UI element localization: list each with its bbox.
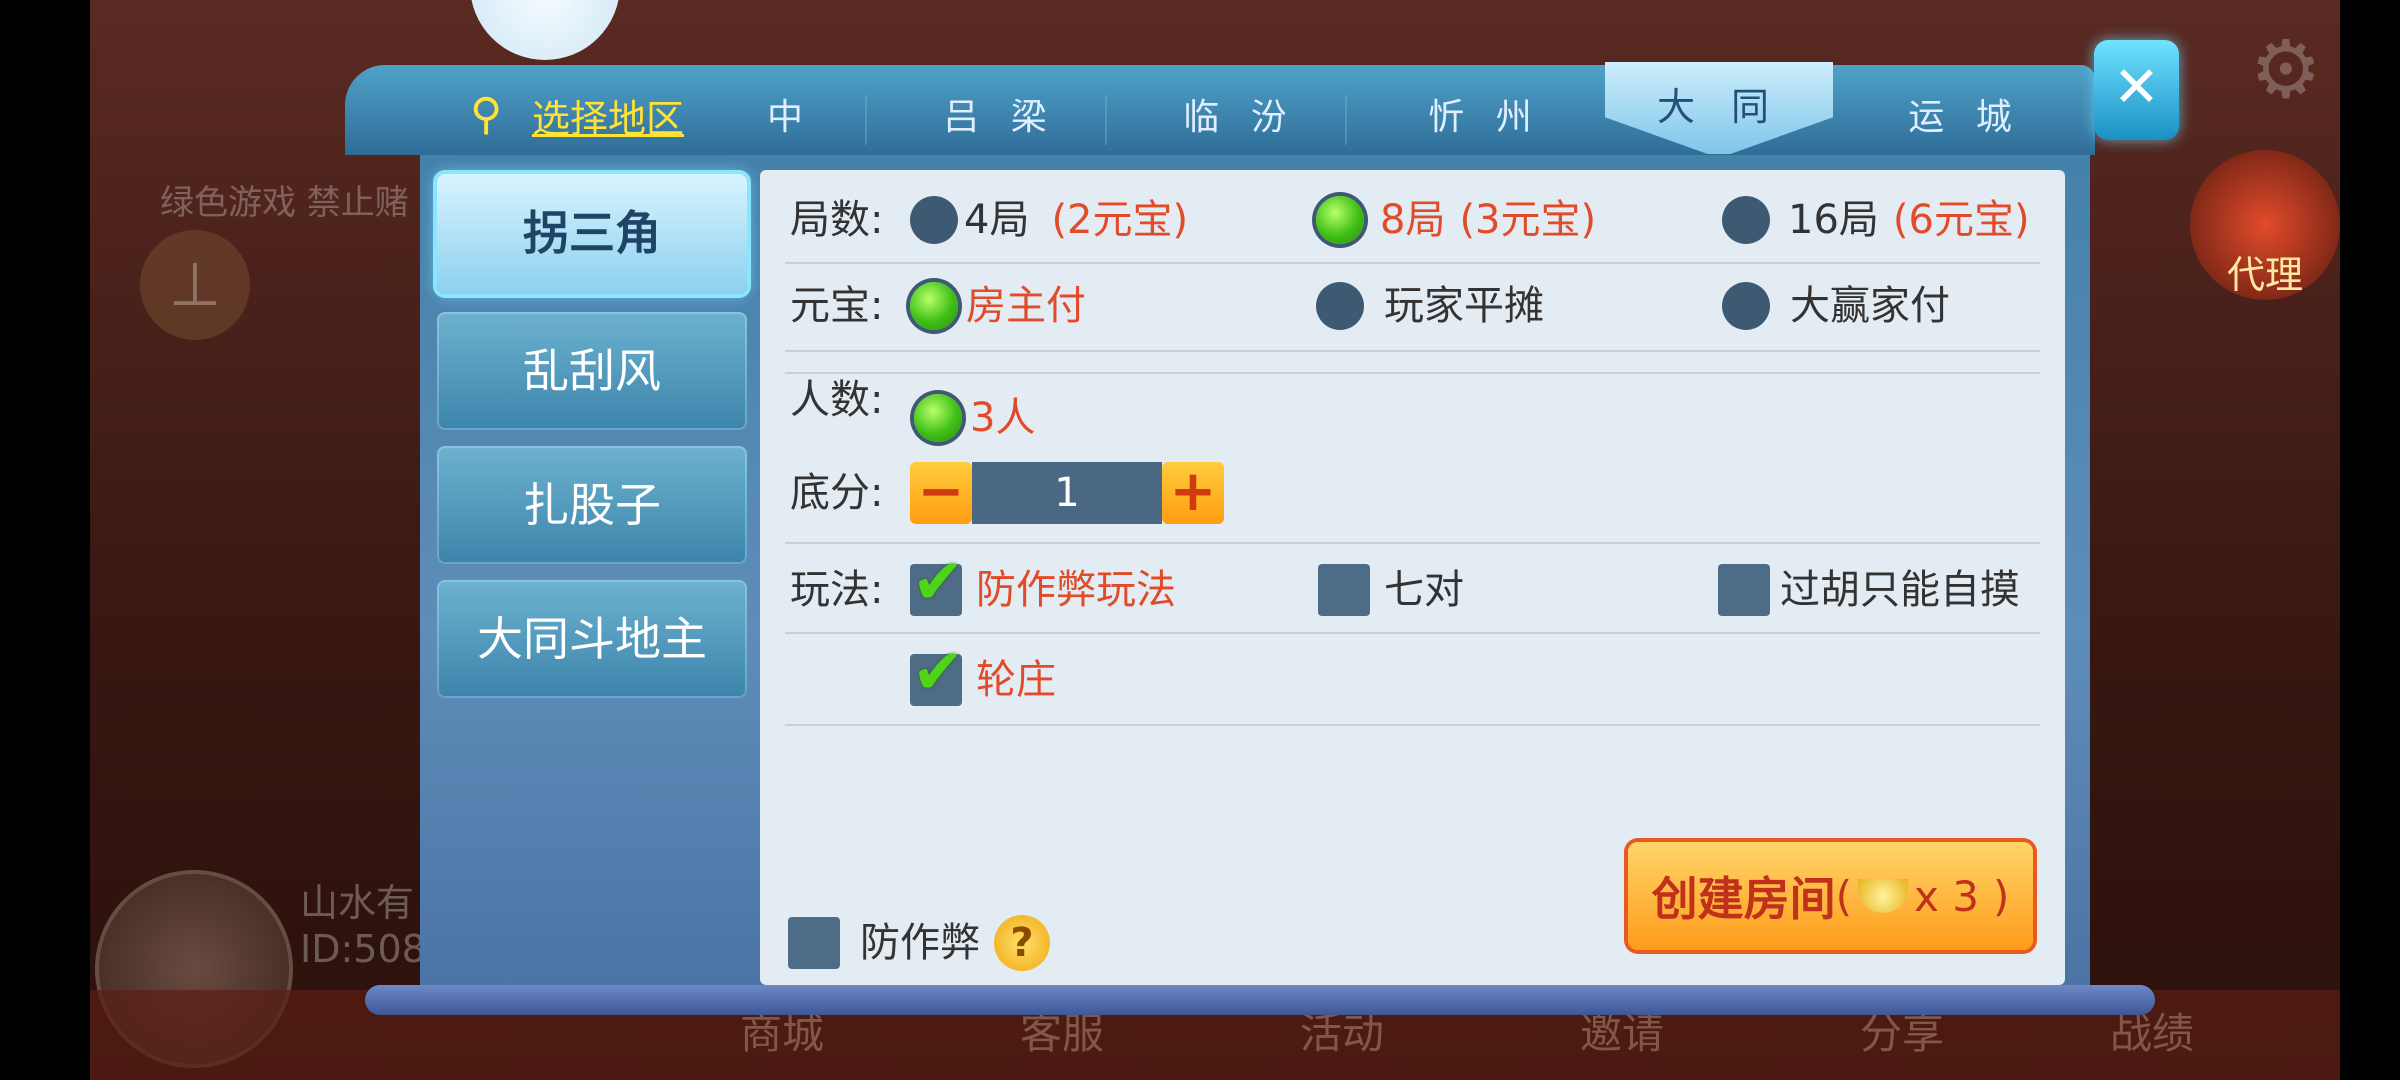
radio-selected-icon: [910, 282, 958, 330]
radio-icon: [1722, 282, 1770, 330]
create-room-button[interactable]: 创建房间 ( x 3 ): [1628, 842, 2033, 950]
background-notice: 绿色游戏 禁止赌: [160, 183, 409, 223]
tab-linfen[interactable]: 临 汾: [1160, 90, 1320, 146]
rule-option-anti-cheat-play[interactable]: 防作弊玩法: [910, 554, 1176, 618]
option-name: 4局: [964, 197, 1030, 243]
base-score-label: 底分:: [790, 470, 884, 516]
background-user-info: 山水有 ID:508: [300, 880, 426, 972]
increase-button[interactable]: +: [1162, 462, 1224, 524]
game-item-zhaguzi[interactable]: 扎股子: [437, 446, 747, 564]
game-item-datong-doudizhu[interactable]: 大同斗地主: [437, 580, 747, 698]
tab-divider: [1345, 95, 1347, 145]
gold-ingot-icon: [1858, 879, 1909, 913]
rule-option-seven-pairs[interactable]: 七对: [1318, 562, 1464, 618]
option-cost: (2元宝): [1051, 197, 1189, 243]
close-button[interactable]: ✕: [2094, 40, 2179, 140]
right-letterbox: [2340, 0, 2400, 1080]
row-divider: [785, 632, 2040, 634]
row-divider: [785, 542, 2040, 544]
tab-divider: [1105, 95, 1107, 145]
rounds-option-4[interactable]: 4局 (2元宝): [910, 192, 1188, 248]
tab-region-0[interactable]: 中: [710, 90, 870, 146]
user-id: ID:508: [300, 927, 426, 971]
left-letterbox: [0, 0, 90, 1080]
payment-label: 元宝:: [790, 283, 884, 329]
settings-gear-icon: ⚙: [2250, 23, 2322, 116]
rounds-option-8[interactable]: 8局 (3元宝): [1316, 192, 1596, 248]
players-label: 人数:: [790, 377, 884, 423]
option-name: 8局: [1380, 197, 1446, 243]
radio-icon: [910, 196, 958, 244]
players-option-3[interactable]: 3人: [914, 390, 1035, 446]
row-divider: [785, 350, 2040, 352]
decrease-button[interactable]: −: [910, 462, 972, 524]
base-score-value: 1: [972, 462, 1162, 524]
option-name: 过胡只能自摸: [1780, 567, 2020, 613]
option-cost: (3元宝): [1459, 197, 1597, 243]
create-room-label: 创建房间: [1651, 872, 1836, 926]
tab-yuncheng[interactable]: 运 城: [1885, 90, 2045, 146]
option-name: 玩家平摊: [1384, 283, 1544, 329]
option-name: 防作弊玩法: [976, 567, 1176, 613]
base-score-stepper: − 1 +: [910, 462, 1224, 524]
rounds-option-16[interactable]: 16局 (6元宝): [1722, 192, 2030, 248]
option-name: 七对: [1384, 567, 1464, 613]
payment-option-winner[interactable]: 大赢家付: [1722, 278, 1950, 334]
rule-option-self-draw-only[interactable]: 过胡只能自摸: [1718, 562, 2020, 618]
select-region-link[interactable]: 选择地区: [532, 88, 684, 143]
radio-selected-icon: [914, 394, 962, 442]
radio-icon: [1316, 282, 1364, 330]
checkbox-checked-icon: [910, 644, 964, 706]
row-divider: [785, 372, 2040, 374]
option-cost: (6元宝): [1892, 197, 2030, 243]
open-paren: (: [1835, 871, 1853, 921]
payment-option-host[interactable]: 房主付: [910, 278, 1086, 334]
row-divider: [785, 262, 2040, 264]
tab-divider: [865, 95, 867, 145]
checkbox-checked-icon: [910, 554, 964, 616]
option-name: 房主付: [966, 283, 1086, 329]
option-name: 3人: [970, 395, 1036, 441]
close-paren: ): [1992, 871, 2010, 921]
row-divider: [785, 724, 2040, 726]
checkbox-icon: [788, 917, 840, 969]
rule-option-rotate-dealer[interactable]: 轮庄: [910, 644, 1056, 708]
option-name: 轮庄: [976, 657, 1056, 703]
radio-selected-icon: [1316, 196, 1364, 244]
checkbox-icon: [1318, 564, 1370, 616]
location-pin-icon: ⚲: [470, 89, 503, 140]
payment-option-split[interactable]: 玩家平摊: [1316, 278, 1544, 334]
anti-cheat-label: 防作弊: [860, 920, 980, 966]
stamp-icon: ⊥: [140, 230, 250, 340]
dialog-bottom-rail: [365, 985, 2155, 1015]
tab-lvliang[interactable]: 吕 梁: [920, 90, 1080, 146]
anti-cheat-toggle[interactable]: 防作弊 ?: [788, 915, 1050, 971]
rounds-label: 局数:: [790, 197, 884, 243]
play-rules-label: 玩法:: [790, 567, 884, 613]
tab-xinzhou[interactable]: 忻 州: [1405, 90, 1565, 146]
region-selector[interactable]: ⚲ 选择地区: [470, 88, 684, 143]
help-icon[interactable]: ?: [994, 915, 1050, 971]
option-name: 16局: [1788, 197, 1879, 243]
game-item-guaisanjiao[interactable]: 拐三角: [437, 174, 747, 294]
agent-badge: 代理: [2190, 150, 2340, 300]
create-room-cost: x 3: [1914, 871, 1979, 921]
game-item-luanguafeng[interactable]: 乱刮风: [437, 312, 747, 430]
option-name: 大赢家付: [1790, 283, 1950, 329]
radio-icon: [1722, 196, 1770, 244]
user-name: 山水有: [300, 881, 415, 925]
checkbox-icon: [1718, 564, 1770, 616]
